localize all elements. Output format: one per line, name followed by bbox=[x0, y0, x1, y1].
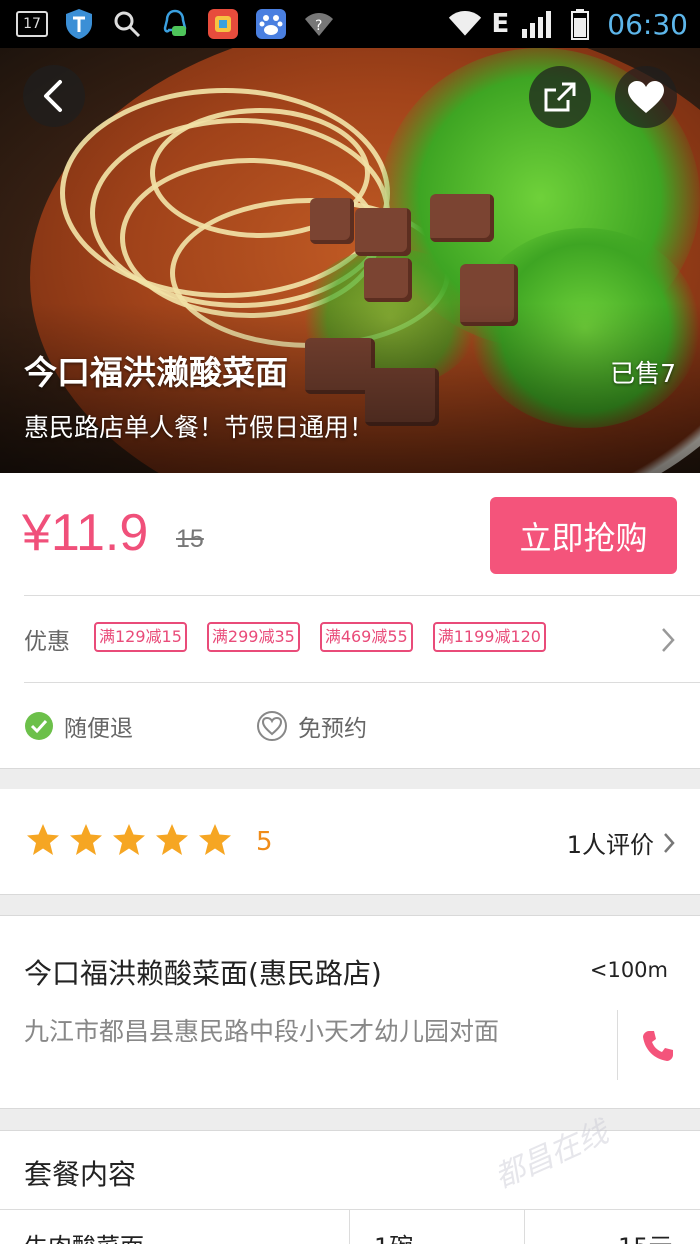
shield-icon bbox=[62, 7, 96, 41]
price-row: ¥11.9 15 立即抢购 bbox=[0, 473, 700, 595]
rating-row[interactable]: 5 1人评价 bbox=[0, 789, 700, 894]
favorite-button[interactable] bbox=[615, 66, 677, 128]
back-button[interactable] bbox=[23, 65, 85, 127]
svg-text:?: ? bbox=[315, 18, 322, 34]
package-item-name: 牛肉酸菜面 bbox=[24, 1227, 144, 1244]
promo-tag: 满1199减120 bbox=[432, 622, 546, 652]
search-icon bbox=[110, 7, 144, 41]
deal-subtitle: 惠民路店单人餐！节假日通用！ bbox=[24, 413, 375, 442]
review-link[interactable]: 1人评价 bbox=[567, 825, 676, 860]
status-bar: 17 ? E 06:30 bbox=[0, 0, 700, 48]
calendar-icon: 17 bbox=[16, 11, 48, 37]
refund-feature: 随便退 bbox=[24, 709, 133, 743]
no-reservation-feature: 免预约 bbox=[256, 709, 367, 743]
shop-address: 九江市都昌县惠民路中段小天才幼儿园对面 bbox=[24, 1017, 500, 1046]
shop-info[interactable]: 今口福洪赖酸菜面(惠民路店) <100m 九江市都昌县惠民路中段小天才幼儿园对面 bbox=[0, 916, 700, 1108]
wifi-icon bbox=[448, 7, 482, 41]
promo-tag: 满469减55 bbox=[319, 622, 413, 652]
promo-tag: 满299减35 bbox=[206, 622, 300, 652]
section-gap bbox=[0, 894, 700, 916]
original-price: 15 bbox=[176, 525, 204, 553]
rating-score: 5 bbox=[256, 827, 273, 857]
star-icon bbox=[27, 824, 59, 855]
features-row: 随便退 免预约 bbox=[0, 683, 700, 768]
clock: 06:30 bbox=[607, 7, 688, 41]
phone-icon bbox=[643, 1031, 673, 1061]
sold-count: 已售7 bbox=[610, 359, 676, 388]
promo-tag: 满129减15 bbox=[94, 622, 187, 652]
share-button[interactable] bbox=[529, 66, 591, 128]
chevron-right-icon bbox=[664, 832, 675, 853]
package-item-price: 15元 bbox=[618, 1227, 673, 1244]
star-icon bbox=[199, 824, 231, 855]
review-count: 1人评价 bbox=[566, 831, 654, 859]
divider bbox=[0, 1209, 700, 1210]
back-icon bbox=[44, 80, 62, 112]
star-icon bbox=[156, 824, 188, 855]
network-type: E bbox=[491, 9, 510, 39]
baidu-icon bbox=[254, 7, 288, 41]
signal-icon bbox=[519, 7, 553, 41]
hero-image: 今口福洪濑酸菜面 已售7 惠民路店单人餐！节假日通用！ bbox=[0, 48, 700, 473]
section-gap bbox=[0, 768, 700, 790]
star-rating bbox=[26, 823, 232, 856]
promo-row[interactable]: 优惠 满129减15 满299减35 满469减55 满1199减120 bbox=[0, 596, 700, 682]
refund-label: 随便退 bbox=[64, 716, 133, 742]
shop-distance: <100m bbox=[589, 958, 668, 982]
heart-circle-icon bbox=[257, 711, 287, 741]
favorite-heart-icon bbox=[628, 81, 664, 113]
share-icon bbox=[544, 82, 576, 112]
call-button[interactable] bbox=[640, 1028, 676, 1068]
shop-name: 今口福洪赖酸菜面(惠民路店) bbox=[24, 957, 382, 990]
check-circle-icon bbox=[25, 712, 53, 740]
qq-icon bbox=[158, 7, 192, 41]
promo-label: 优惠 bbox=[24, 629, 70, 655]
no-reservation-label: 免预约 bbox=[298, 716, 367, 742]
star-icon bbox=[113, 824, 145, 855]
deal-title: 今口福洪濑酸菜面 bbox=[24, 353, 288, 392]
star-icon bbox=[70, 824, 102, 855]
app-store-icon bbox=[206, 7, 240, 41]
divider bbox=[349, 1210, 350, 1244]
package-title: 套餐内容 bbox=[24, 1158, 137, 1191]
current-price: ¥11.9 bbox=[22, 504, 149, 562]
battery-icon bbox=[563, 7, 597, 41]
chevron-right-icon bbox=[662, 628, 675, 652]
buy-now-button[interactable]: 立即抢购 bbox=[490, 497, 677, 574]
wifi-question-icon: ? bbox=[302, 7, 336, 41]
divider bbox=[617, 1010, 618, 1080]
package-item-qty: 1碗 bbox=[374, 1227, 413, 1244]
divider bbox=[524, 1210, 525, 1244]
